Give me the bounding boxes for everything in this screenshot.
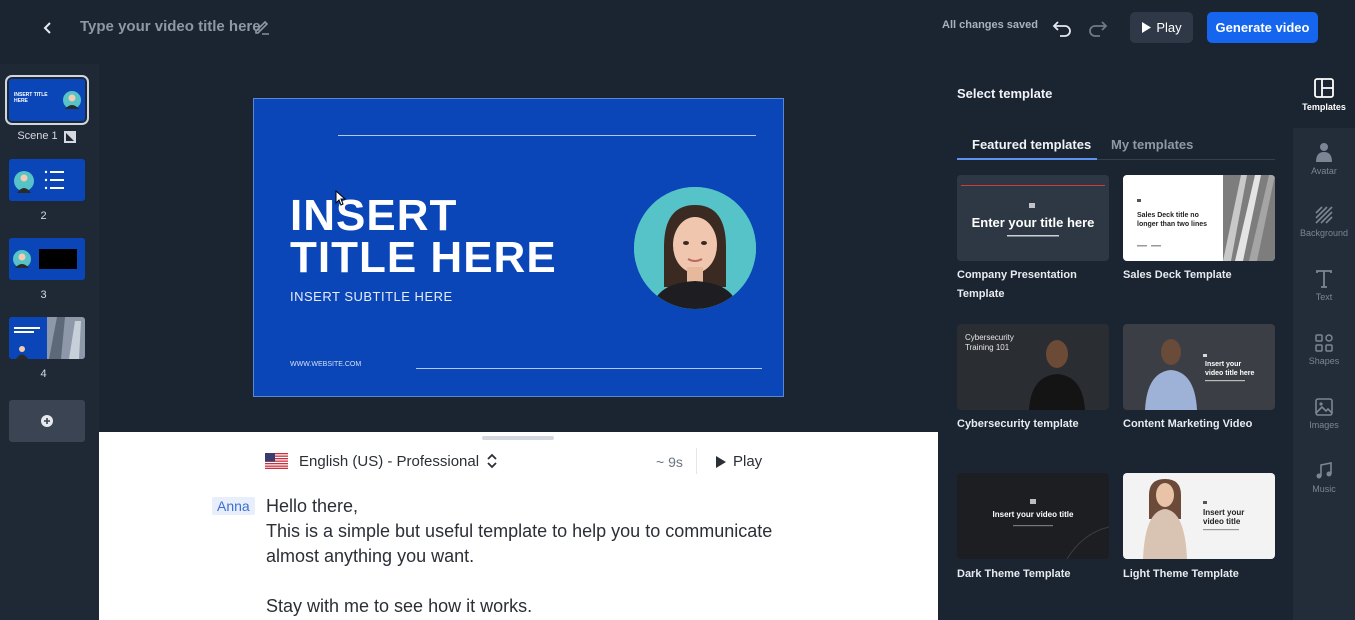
rail-label: Music bbox=[1312, 484, 1336, 494]
background-icon bbox=[1315, 206, 1333, 224]
template-name: Content Marketing Video bbox=[1123, 418, 1253, 430]
scene-thumbnail-4[interactable] bbox=[9, 317, 85, 359]
undo-icon[interactable] bbox=[1051, 16, 1073, 38]
plus-circle-icon bbox=[41, 415, 53, 427]
scene-thumbnail-2[interactable] bbox=[9, 159, 85, 201]
template-name: Light Theme Template bbox=[1123, 568, 1239, 580]
avatar-icon bbox=[1316, 143, 1332, 162]
slide-title[interactable]: INSERT TITLE HERE bbox=[290, 194, 590, 280]
rail-item-background[interactable]: Background bbox=[1293, 206, 1355, 238]
rail-item-avatar[interactable]: Avatar bbox=[1293, 142, 1355, 176]
script-line: Stay with me to see how it works. bbox=[266, 596, 533, 616]
mouse-cursor-icon bbox=[335, 190, 347, 206]
template-name: Company Presentation Template bbox=[957, 269, 1077, 300]
scene-thumbnail-3[interactable] bbox=[9, 238, 85, 280]
rail-label: Text bbox=[1315, 292, 1333, 302]
svg-text:video title here: video title here bbox=[1205, 370, 1255, 377]
rail-item-text[interactable]: Text bbox=[1293, 270, 1355, 302]
script-text[interactable]: Hello there, This is a simple but useful… bbox=[266, 494, 826, 619]
images-icon bbox=[1315, 398, 1333, 416]
thumb-text: Insert your video title bbox=[993, 510, 1074, 519]
redo-icon[interactable] bbox=[1087, 16, 1109, 38]
panel-title: Select template bbox=[957, 86, 1053, 101]
rail-label: Templates bbox=[1302, 102, 1346, 112]
templates-panel: Select template Featured templates My te… bbox=[938, 64, 1293, 620]
rail-item-shapes[interactable]: Shapes bbox=[1293, 334, 1355, 366]
template-card-content-marketing[interactable]: Insert your video title here bbox=[1123, 324, 1275, 410]
speaker-tag[interactable]: Anna bbox=[212, 497, 255, 515]
video-title[interactable]: Type your video title here bbox=[80, 18, 261, 35]
template-name: Cybersecurity template bbox=[957, 418, 1079, 430]
music-icon bbox=[1316, 462, 1332, 479]
add-scene-button[interactable] bbox=[9, 400, 85, 442]
tools-rail: Templates Avatar Background Text Shapes … bbox=[1293, 64, 1355, 620]
tab-featured-templates[interactable]: Featured templates bbox=[972, 137, 1091, 152]
scene-transition-icon[interactable] bbox=[64, 130, 76, 143]
avatar[interactable] bbox=[634, 187, 756, 309]
play-label: Play bbox=[1156, 20, 1182, 35]
top-bar: Type your video title here All changes s… bbox=[0, 0, 1355, 64]
svg-text:Insert your: Insert your bbox=[1205, 361, 1241, 368]
template-card-light-theme[interactable]: Insert your video title bbox=[1123, 473, 1275, 559]
svg-text:HERE: HERE bbox=[14, 98, 29, 104]
template-name: Sales Deck Template bbox=[1123, 269, 1232, 281]
scene-label-3: 3 bbox=[40, 289, 47, 301]
script-play-label: Play bbox=[733, 453, 763, 470]
chevron-left-icon bbox=[43, 22, 51, 34]
template-card-dark-theme[interactable]: Insert your video title bbox=[957, 473, 1109, 559]
rail-label: Avatar bbox=[1311, 166, 1337, 176]
tab-active-indicator bbox=[957, 158, 1097, 160]
divider bbox=[696, 448, 697, 474]
svg-text:Training 101: Training 101 bbox=[965, 343, 1010, 352]
rail-item-images[interactable]: Images bbox=[1293, 398, 1355, 430]
play-icon bbox=[1142, 22, 1152, 33]
svg-text:video title: video title bbox=[1203, 517, 1241, 526]
rail-label: Shapes bbox=[1308, 356, 1340, 366]
shapes-icon bbox=[1315, 334, 1333, 352]
script-line: Hello there, bbox=[266, 496, 359, 516]
voice-selector[interactable]: English (US) - Professional bbox=[299, 453, 497, 470]
back-button[interactable] bbox=[36, 16, 60, 40]
rail-item-templates[interactable]: Templates bbox=[1293, 64, 1355, 128]
play-button[interactable]: Play bbox=[1130, 12, 1193, 43]
canvas-stage: INSERT TITLE HERE INSERT SUBTITLE HERE W… bbox=[99, 64, 938, 432]
text-icon bbox=[1316, 270, 1332, 288]
script-duration: ~ 9s bbox=[656, 454, 683, 470]
generate-video-button[interactable]: Generate video bbox=[1207, 12, 1318, 43]
scenes-panel: INSERT TITLE HERE Scene 1 2 3 4 bbox=[0, 64, 99, 620]
slide-subtitle[interactable]: INSERT SUBTITLE HERE bbox=[290, 289, 453, 304]
template-card-sales-deck[interactable]: Sales Deck title no longer than two line… bbox=[1123, 175, 1275, 261]
templates-icon bbox=[1314, 78, 1334, 98]
svg-text:Cybersecurity: Cybersecurity bbox=[965, 333, 1014, 342]
us-flag-icon bbox=[265, 453, 288, 469]
script-panel: English (US) - Professional ~ 9s Play An… bbox=[99, 432, 938, 620]
save-status: All changes saved bbox=[942, 19, 1038, 31]
rail-item-music[interactable]: Music bbox=[1293, 462, 1355, 494]
template-card-company-presentation[interactable]: Enter your title here bbox=[957, 175, 1109, 261]
play-icon bbox=[716, 455, 726, 468]
template-name: Dark Theme Template bbox=[957, 568, 1071, 580]
resize-handle[interactable] bbox=[482, 436, 554, 440]
template-card-cybersecurity[interactable]: Cybersecurity Training 101 bbox=[957, 324, 1109, 410]
slide-divider-bottom bbox=[416, 368, 762, 369]
rail-label: Background bbox=[1299, 228, 1349, 238]
voice-label: English (US) - Professional bbox=[299, 453, 480, 470]
scene-label-2: 2 bbox=[40, 210, 47, 222]
thumb-text: Enter your title here bbox=[972, 215, 1095, 230]
slide-website[interactable]: WWW.WEBSITE.COM bbox=[290, 361, 361, 368]
sort-chevrons-icon bbox=[487, 453, 497, 469]
script-line: This is a simple but useful template to … bbox=[266, 521, 773, 566]
svg-text:Sales Deck title no: Sales Deck title no bbox=[1137, 212, 1199, 219]
tab-my-templates[interactable]: My templates bbox=[1111, 137, 1193, 152]
slide-divider-top bbox=[338, 135, 756, 136]
scene-label-4: 4 bbox=[40, 368, 47, 380]
pencil-icon[interactable] bbox=[253, 18, 271, 36]
script-play-button[interactable]: Play bbox=[715, 453, 762, 470]
slide-canvas[interactable]: INSERT TITLE HERE INSERT SUBTITLE HERE W… bbox=[253, 98, 784, 397]
scene-thumbnail-1[interactable]: INSERT TITLE HERE bbox=[5, 75, 89, 125]
svg-text:Insert your: Insert your bbox=[1203, 508, 1244, 517]
svg-text:longer than two lines: longer than two lines bbox=[1137, 221, 1207, 228]
rail-label: Images bbox=[1309, 420, 1339, 430]
script-line bbox=[266, 569, 826, 594]
